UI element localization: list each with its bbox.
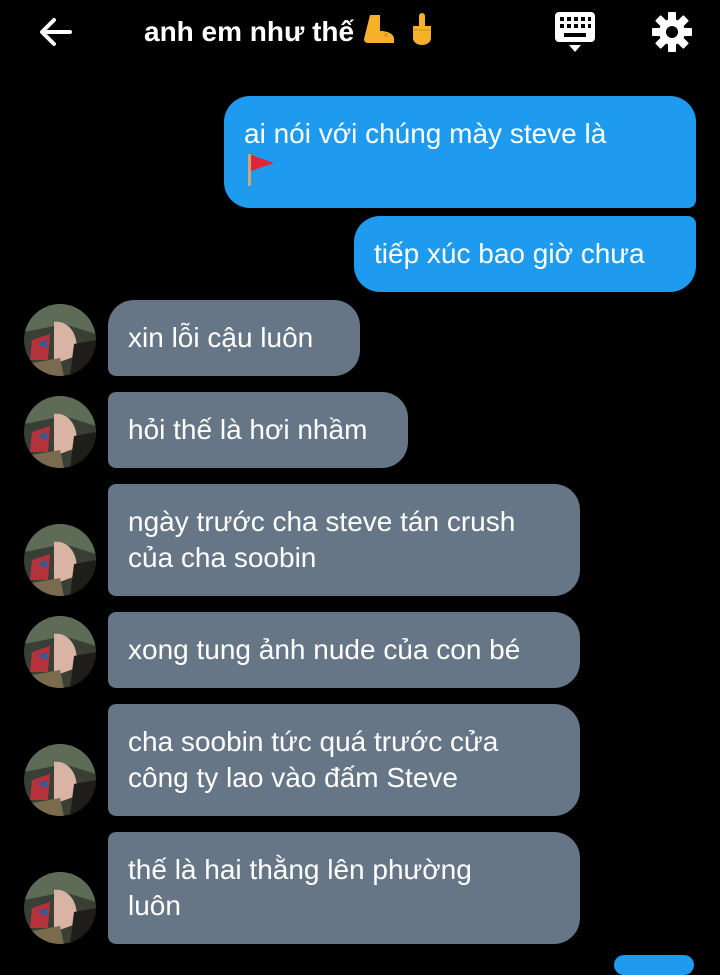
avatar-image (24, 616, 96, 688)
settings-button[interactable] (648, 8, 696, 56)
chat-title[interactable]: anh em như thế (144, 12, 436, 51)
chat-header: anh em như thế (0, 0, 720, 64)
message-bubble-incoming[interactable]: cha soobin tức quá trước cửa công ty lao… (108, 704, 580, 816)
back-button[interactable] (34, 10, 78, 54)
keyboard-button[interactable] (552, 10, 602, 54)
chat-title-emoji (362, 13, 436, 48)
message-bubble-outgoing-partial[interactable] (614, 955, 694, 975)
message-text-line: luôn (128, 890, 181, 921)
avatar[interactable] (24, 304, 96, 376)
message-text: tiếp xúc bao giờ chưa (374, 238, 645, 269)
avatar[interactable] (24, 524, 96, 596)
message-text-line: ngày trước cha steve tán crush (128, 506, 516, 537)
message-bubble-incoming[interactable]: hỏi thế là hơi nhầm (108, 392, 408, 468)
message-bubble-incoming[interactable]: xong tung ảnh nude của con bé (108, 612, 580, 688)
keyboard-icon (555, 12, 595, 52)
avatar[interactable] (24, 872, 96, 944)
arrow-left-icon (40, 18, 72, 46)
avatar[interactable] (24, 744, 96, 816)
avatar[interactable] (24, 396, 96, 468)
avatar-image (24, 872, 96, 944)
message-text-line: cha soobin tức quá trước cửa (128, 726, 499, 757)
message-text-line: công ty lao vào đấm Steve (128, 762, 458, 793)
avatar[interactable] (24, 616, 96, 688)
message-text: xin lỗi cậu luôn (128, 322, 314, 353)
middle-finger-icon (412, 13, 431, 45)
message-bubble-outgoing[interactable]: ai nói với chúng mày steve là (224, 96, 696, 208)
avatar-image (24, 744, 96, 816)
foot-icon (363, 15, 394, 43)
message-bubble-incoming[interactable]: ngày trước cha steve tán crush của cha s… (108, 484, 580, 596)
chat-title-text: anh em như thế (144, 16, 355, 47)
message-text: xong tung ảnh nude của con bé (128, 634, 521, 665)
message-bubble-outgoing[interactable]: tiếp xúc bao giờ chưa (354, 216, 696, 292)
message-bubble-incoming[interactable]: xin lỗi cậu luôn (108, 300, 360, 376)
avatar-image (24, 396, 96, 468)
message-text-line: của cha soobin (128, 542, 317, 573)
message-text: hỏi thế là hơi nhầm (128, 414, 368, 445)
message-text: ai nói với chúng mày steve là (244, 118, 607, 149)
red-flag-icon (248, 154, 274, 186)
avatar-image (24, 524, 96, 596)
avatar-image (24, 304, 96, 376)
gear-icon (652, 12, 692, 52)
message-text-line: thế là hai thằng lên phường (128, 854, 472, 885)
message-bubble-incoming[interactable]: thế là hai thằng lên phường luôn (108, 832, 580, 944)
